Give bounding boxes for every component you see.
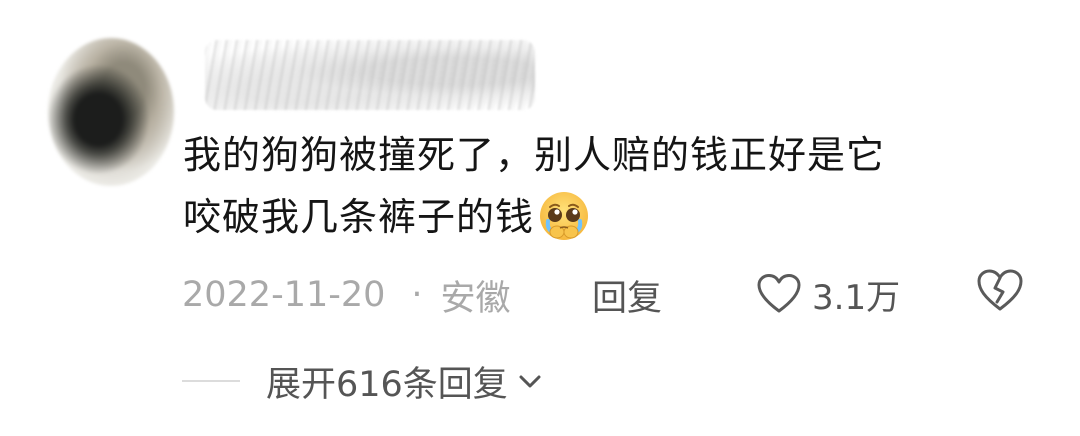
meta-separator: · xyxy=(411,275,423,315)
expand-replies-button[interactable]: 展开616条回复 xyxy=(266,356,544,407)
expand-replies-row: 展开616条回复 xyxy=(182,356,544,406)
comment-text-line2: 咬破我几条裤子的钱 xyxy=(183,195,535,239)
like-button[interactable]: 3.1万 xyxy=(756,268,900,320)
comment-meta: 2022-11-20 · 安徽 xyxy=(182,270,511,320)
chevron-down-icon xyxy=(519,375,541,388)
comment-text-line1: 我的狗狗被撞死了，别人赔的钱正好是它 xyxy=(183,133,886,177)
broken-heart-icon xyxy=(977,269,1023,311)
heart-outline-icon xyxy=(757,274,801,313)
pleading-face-emoji-icon xyxy=(540,192,589,240)
reply-button[interactable]: 回复 xyxy=(592,270,662,320)
comment-date: 2022-11-20 xyxy=(182,275,386,315)
comment-item: 我的狗狗被撞死了，别人赔的钱正好是它 咬破我几条裤子的钱 2022-11-20 … xyxy=(0,0,1080,436)
comment-text: 我的狗狗被撞死了，别人赔的钱正好是它 咬破我几条裤子的钱 xyxy=(183,124,1043,248)
like-count: 3.1万 xyxy=(812,277,901,318)
divider-line xyxy=(182,380,240,382)
comment-location: 安徽 xyxy=(440,278,511,319)
username-redacted xyxy=(205,40,535,110)
dislike-button[interactable] xyxy=(975,268,1025,320)
avatar[interactable] xyxy=(48,38,174,186)
expand-replies-label: 展开616条回复 xyxy=(266,364,508,405)
